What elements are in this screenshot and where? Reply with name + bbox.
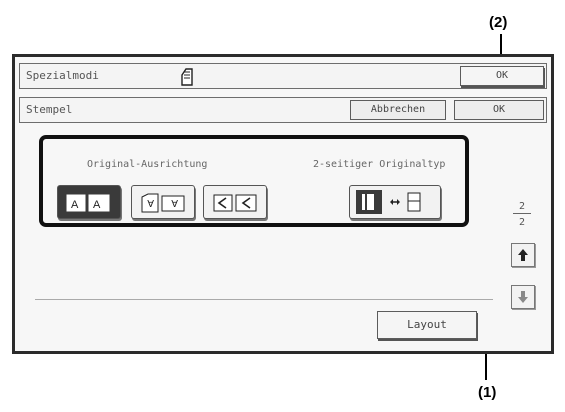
- page-total: 2: [518, 217, 526, 228]
- title-bar: Spezialmodi OK: [19, 63, 547, 89]
- orientation-button-sideways[interactable]: [203, 185, 267, 219]
- page-current: 2: [518, 201, 526, 212]
- highlight-frame: Original-Ausrichtung 2-seitiger Original…: [39, 135, 469, 227]
- orientation-button-upright[interactable]: A A: [57, 185, 121, 219]
- title-ok-button[interactable]: OK: [460, 66, 544, 86]
- special-modes-panel: Spezialmodi OK Stempel Abbrechen OK Orig…: [12, 54, 554, 354]
- stamp-bar: Stempel Abbrechen OK: [19, 97, 547, 123]
- arrow-up-icon: [518, 249, 528, 261]
- callout-2: (2): [489, 14, 508, 31]
- duplex-type-button[interactable]: [349, 185, 441, 219]
- duplex-type-label: 2-seitiger Originaltyp: [313, 159, 446, 170]
- orientation-upright-icon: A A: [66, 194, 110, 212]
- scroll-down-button[interactable]: [511, 285, 535, 309]
- scroll-up-button[interactable]: [511, 243, 535, 267]
- bottom-divider: [35, 299, 493, 300]
- document-icon: [181, 68, 193, 86]
- cancel-button[interactable]: Abbrechen: [350, 100, 446, 120]
- book-tablet-icon: [356, 190, 421, 214]
- stamp-label: Stempel: [26, 103, 73, 116]
- page-divider: [513, 213, 531, 214]
- title-label: Spezialmodi: [26, 69, 99, 82]
- svg-text:A: A: [93, 199, 101, 211]
- svg-text:A: A: [171, 197, 178, 208]
- layout-button[interactable]: Layout: [377, 311, 477, 339]
- callout-1: (1): [478, 384, 497, 401]
- orientation-button-rotated[interactable]: A A: [131, 185, 195, 219]
- svg-text:A: A: [71, 199, 79, 211]
- arrow-down-icon: [518, 291, 528, 303]
- svg-text:A: A: [147, 197, 154, 208]
- orientation-label: Original-Ausrichtung: [87, 159, 208, 170]
- orientation-sideways-icon: [213, 194, 257, 212]
- orientation-rotated-icon: A A: [141, 193, 185, 213]
- stamp-ok-button[interactable]: OK: [454, 100, 544, 120]
